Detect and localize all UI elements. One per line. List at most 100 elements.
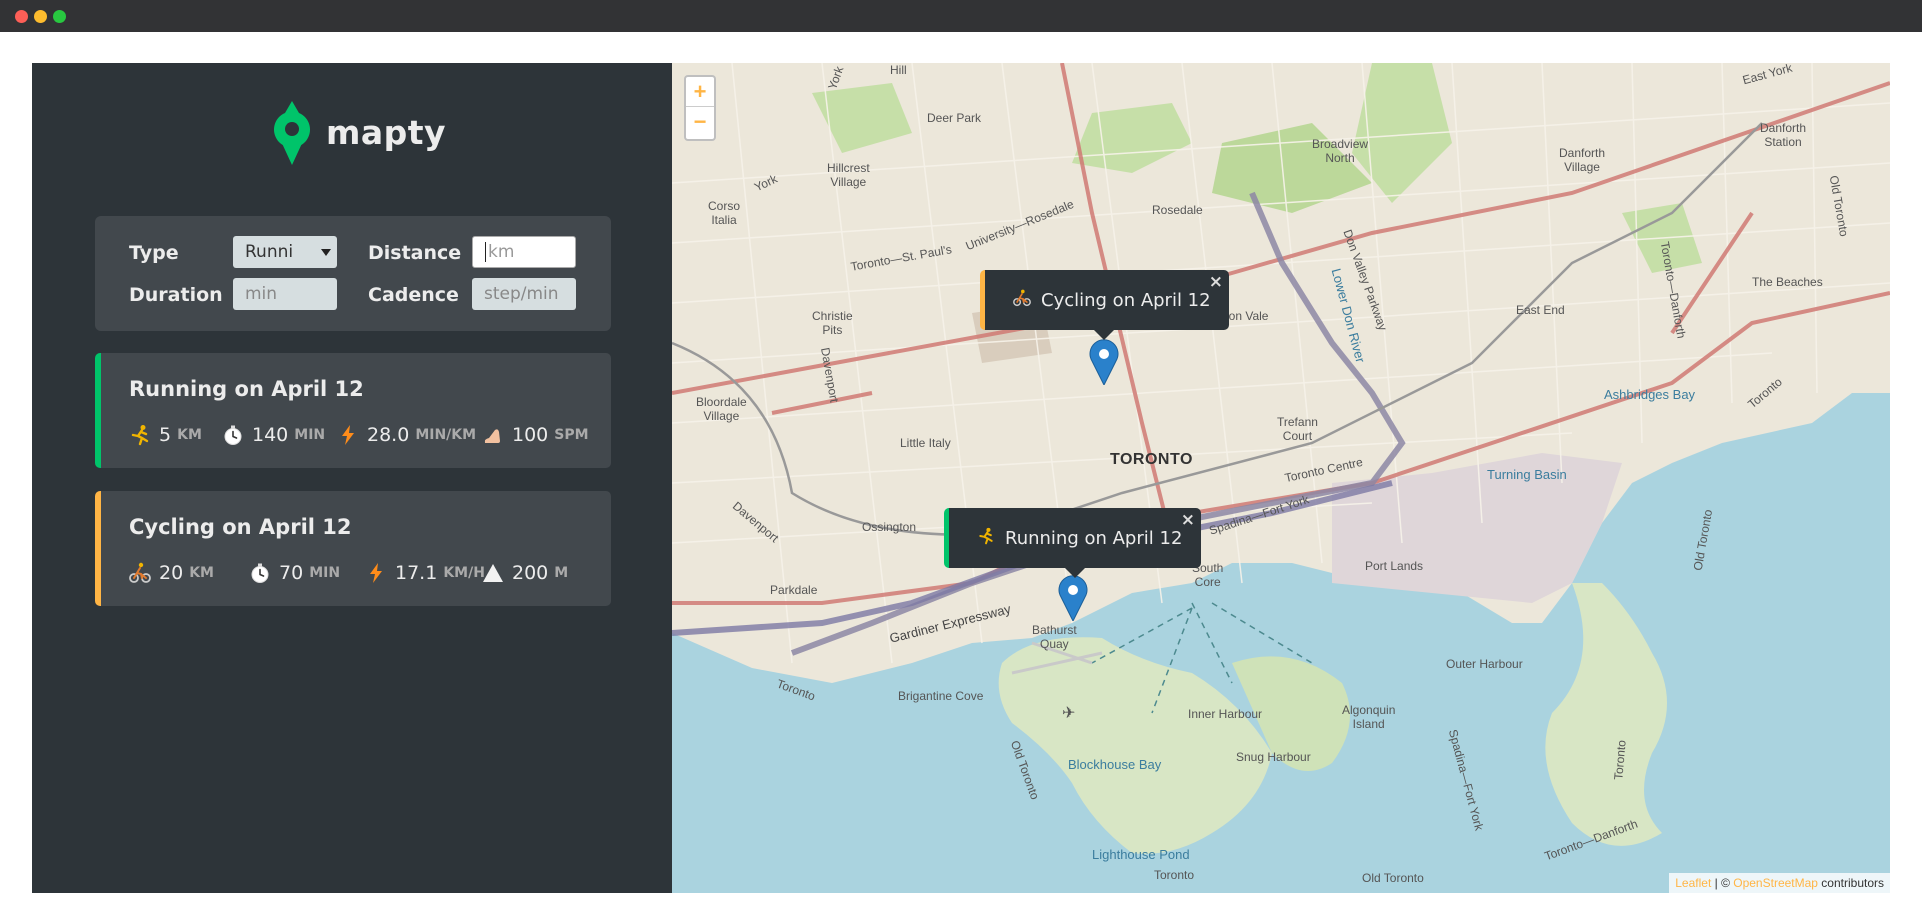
map-label-the-beaches: The Beaches [1752, 275, 1823, 289]
map[interactable]: Deer Park Hill York Hillcrest Village Co… [672, 63, 1890, 893]
workout-stat-duration: 70 MIN [249, 559, 340, 587]
zoom-out-button[interactable]: − [686, 107, 714, 137]
sidebar: mapty Type Runni Distance km Duration mi… [32, 63, 672, 893]
workout-stat-elevation: 200 M [482, 559, 568, 587]
distance-input[interactable]: km [472, 236, 576, 268]
distance-placeholder: km [488, 242, 515, 262]
workout-stat-duration: 140 MIN [222, 421, 325, 449]
workout-title: Running on April 12 [129, 377, 364, 401]
map-label-deer-park: Deer Park [927, 111, 982, 125]
window-titlebar [0, 0, 1922, 32]
cyclist-icon [1013, 289, 1031, 312]
stopwatch-icon [222, 424, 244, 446]
minimize-window-button[interactable] [34, 10, 47, 23]
map-label-outer-harbour: Outer Harbour [1446, 657, 1523, 671]
map-marker-running[interactable] [1058, 575, 1088, 621]
workout-stat-distance: 20 KM [129, 559, 214, 587]
duration-placeholder: min [245, 284, 278, 304]
workout-stats: 5 KM 140 MIN 28.0 MIN/KM 100 SPM [129, 421, 609, 449]
workout-stat-speed: 17.1 KM/H [365, 559, 485, 587]
speed-unit: KM/H [443, 565, 485, 581]
popup-tip [1092, 328, 1116, 340]
airport-icon: ✈ [1062, 705, 1076, 722]
runner-icon [129, 424, 151, 446]
cadence-placeholder: step/min [484, 284, 559, 304]
zoom-in-button[interactable]: + [686, 77, 714, 107]
logo: mapty [272, 99, 446, 165]
popup-close-button[interactable]: × [1181, 510, 1195, 530]
running-popup[interactable]: Running on April 12 × [944, 508, 1201, 578]
map-label-toronto: TORONTO [1110, 451, 1193, 468]
workout-running[interactable]: Running on April 12 5 KM 140 MIN 28.0 MI… [95, 353, 611, 468]
popup-close-button[interactable]: × [1209, 272, 1223, 292]
map-label-old-toronto-bottom: Old Toronto [1362, 871, 1424, 885]
map-label-bathurst-quay: Bathurst Quay [1032, 623, 1077, 651]
stopwatch-icon [249, 562, 271, 584]
attribution-separator: | © [1711, 876, 1734, 890]
duration-value: 70 [279, 562, 304, 584]
mountain-icon [482, 562, 504, 584]
map-label-inner-harbour: Inner Harbour [1188, 707, 1263, 721]
map-label-ashbridges-bay: Ashbridges Bay [1604, 387, 1696, 402]
workout-stat-distance: 5 KM [129, 421, 202, 449]
map-label-bloordale: Bloordale Village [696, 395, 747, 423]
leaflet-link[interactable]: Leaflet [1675, 876, 1711, 890]
workout-form: Type Runni Distance km Duration min Cade… [95, 216, 611, 331]
map-label-ossington: Ossington [862, 520, 917, 534]
map-attribution: Leaflet | © OpenStreetMap contributors [1669, 873, 1890, 893]
close-window-button[interactable] [15, 10, 28, 23]
map-label-danforth-village: Danforth Village [1559, 146, 1606, 174]
pace-value: 28.0 [367, 424, 410, 446]
elevation-value: 200 [512, 562, 549, 584]
map-label-hillcrest: Hillcrest Village [827, 161, 870, 189]
map-label-blockhouse-bay: Blockhouse Bay [1068, 757, 1162, 772]
app: mapty Type Runni Distance km Duration mi… [32, 63, 1890, 893]
workout-stats: 20 KM 70 MIN 17.1 KM/H 200 M [129, 559, 609, 587]
duration-unit: MIN [309, 565, 341, 581]
pace-unit: MIN/KM [415, 427, 477, 443]
map-label-brigantine-cove: Brigantine Cove [898, 689, 984, 703]
maximize-window-button[interactable] [53, 10, 66, 23]
chevron-down-icon [321, 248, 331, 256]
map-label-snug-harbour: Snug Harbour [1236, 750, 1311, 764]
map-label-port-lands: Port Lands [1365, 559, 1424, 573]
cycling-popup[interactable]: Cycling on April 12 × [980, 270, 1229, 340]
map-label-parkdale: Parkdale [770, 583, 818, 597]
map-label-danforth-station: Danforth Station [1760, 121, 1807, 149]
map-pin-logo-icon [274, 101, 310, 165]
duration-input[interactable]: min [233, 278, 337, 310]
lightning-icon [365, 562, 387, 584]
elevation-unit: M [554, 565, 569, 581]
map-label-christie-pits: Christie Pits [812, 309, 853, 337]
map-label-hill: Hill [890, 63, 907, 77]
map-label-corso-italia: Corso Italia [708, 199, 741, 227]
logo-text: mapty [326, 112, 447, 152]
map-label-broadview-north: Broadview North [1312, 137, 1369, 165]
popup-text: Running on April 12 [1005, 527, 1183, 549]
popup-text: Cycling on April 12 [1041, 289, 1211, 311]
cadence-value: 100 [512, 424, 549, 446]
type-select[interactable]: Runni [233, 236, 337, 268]
duration-value: 140 [252, 424, 289, 446]
lightning-icon [337, 424, 359, 446]
popup-tip [1063, 566, 1087, 578]
zoom-control: + − [684, 75, 716, 141]
distance-unit: KM [177, 427, 202, 443]
type-select-value: Runni [245, 242, 294, 262]
cadence-input[interactable]: step/min [472, 278, 576, 310]
workout-cycling[interactable]: Cycling on April 12 20 KM 70 MIN 17.1 KM… [95, 491, 611, 606]
map-label-turning-basin: Turning Basin [1487, 467, 1567, 482]
distance-value: 5 [159, 424, 172, 446]
openstreetmap-link[interactable]: OpenStreetMap [1733, 876, 1818, 890]
duration-unit: MIN [294, 427, 326, 443]
distance-label: Distance [368, 242, 462, 264]
distance-unit: KM [189, 565, 214, 581]
map-label-trefann-court: Trefann Court [1277, 415, 1318, 443]
runner-icon [977, 527, 995, 550]
cadence-unit: SPM [554, 427, 589, 443]
map-marker-cycling[interactable] [1089, 339, 1119, 385]
workout-stat-cadence: 100 SPM [482, 421, 589, 449]
type-label: Type [129, 242, 179, 264]
foot-icon [482, 424, 504, 446]
map-label-rosedale: Rosedale [1152, 203, 1203, 217]
